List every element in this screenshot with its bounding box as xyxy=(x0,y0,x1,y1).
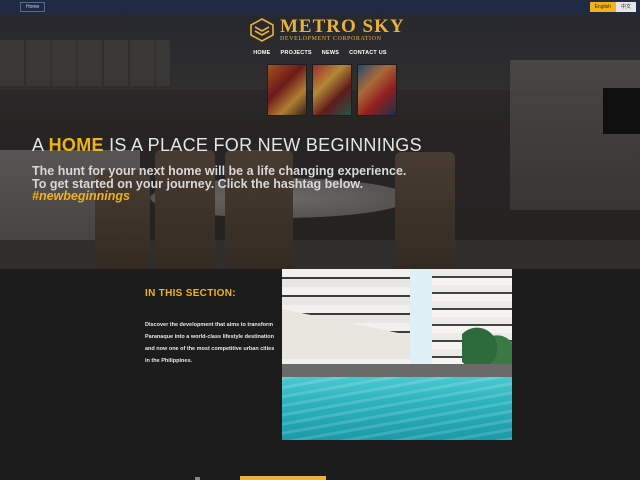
hero-banner: Home English 中文 METRO SKY DEVELOPMENT CO… xyxy=(0,0,640,269)
in-this-section: IN THIS SECTION: Discover the developmen… xyxy=(0,269,640,480)
hashtag-link[interactable]: #newbeginnings xyxy=(32,189,130,203)
nav-projects[interactable]: PROJECTS xyxy=(281,50,312,56)
lang-chinese-button[interactable]: 中文 xyxy=(615,2,636,12)
site-logo[interactable]: METRO SKY DEVELOPMENT CORPORATION xyxy=(250,17,405,43)
pool-photo xyxy=(282,269,512,440)
top-bar: Home English 中文 xyxy=(0,0,640,14)
logo-subtitle: DEVELOPMENT CORPORATION xyxy=(280,35,382,42)
logo-mark-icon xyxy=(250,18,274,42)
section-title: IN THIS SECTION: xyxy=(145,288,236,299)
home-tab[interactable]: Home xyxy=(20,2,46,12)
nav-contact-us[interactable]: CONTACT US xyxy=(349,50,387,56)
headline-post: IS A PLACE FOR NEW BEGINNINGS xyxy=(103,135,422,155)
nav-home[interactable]: HOME xyxy=(253,50,270,56)
pool-photo-water xyxy=(282,377,512,440)
headline-highlight: HOME xyxy=(48,135,104,155)
lang-english-button[interactable]: English xyxy=(589,2,616,12)
partial-button[interactable] xyxy=(240,476,326,480)
section-body: Discover the development that aims to tr… xyxy=(145,322,275,364)
language-switcher: English 中文 xyxy=(589,2,636,12)
logo-name: METRO SKY xyxy=(280,15,405,37)
headline-pre: A xyxy=(32,135,49,155)
hero-headline: A HOME IS A PLACE FOR NEW BEGINNINGS xyxy=(32,135,422,156)
main-nav: HOME PROJECTS NEWS CONTACT US xyxy=(0,50,640,56)
nav-news[interactable]: NEWS xyxy=(322,50,339,56)
hero-subtext: The hunt for your next home will be a li… xyxy=(32,165,406,191)
